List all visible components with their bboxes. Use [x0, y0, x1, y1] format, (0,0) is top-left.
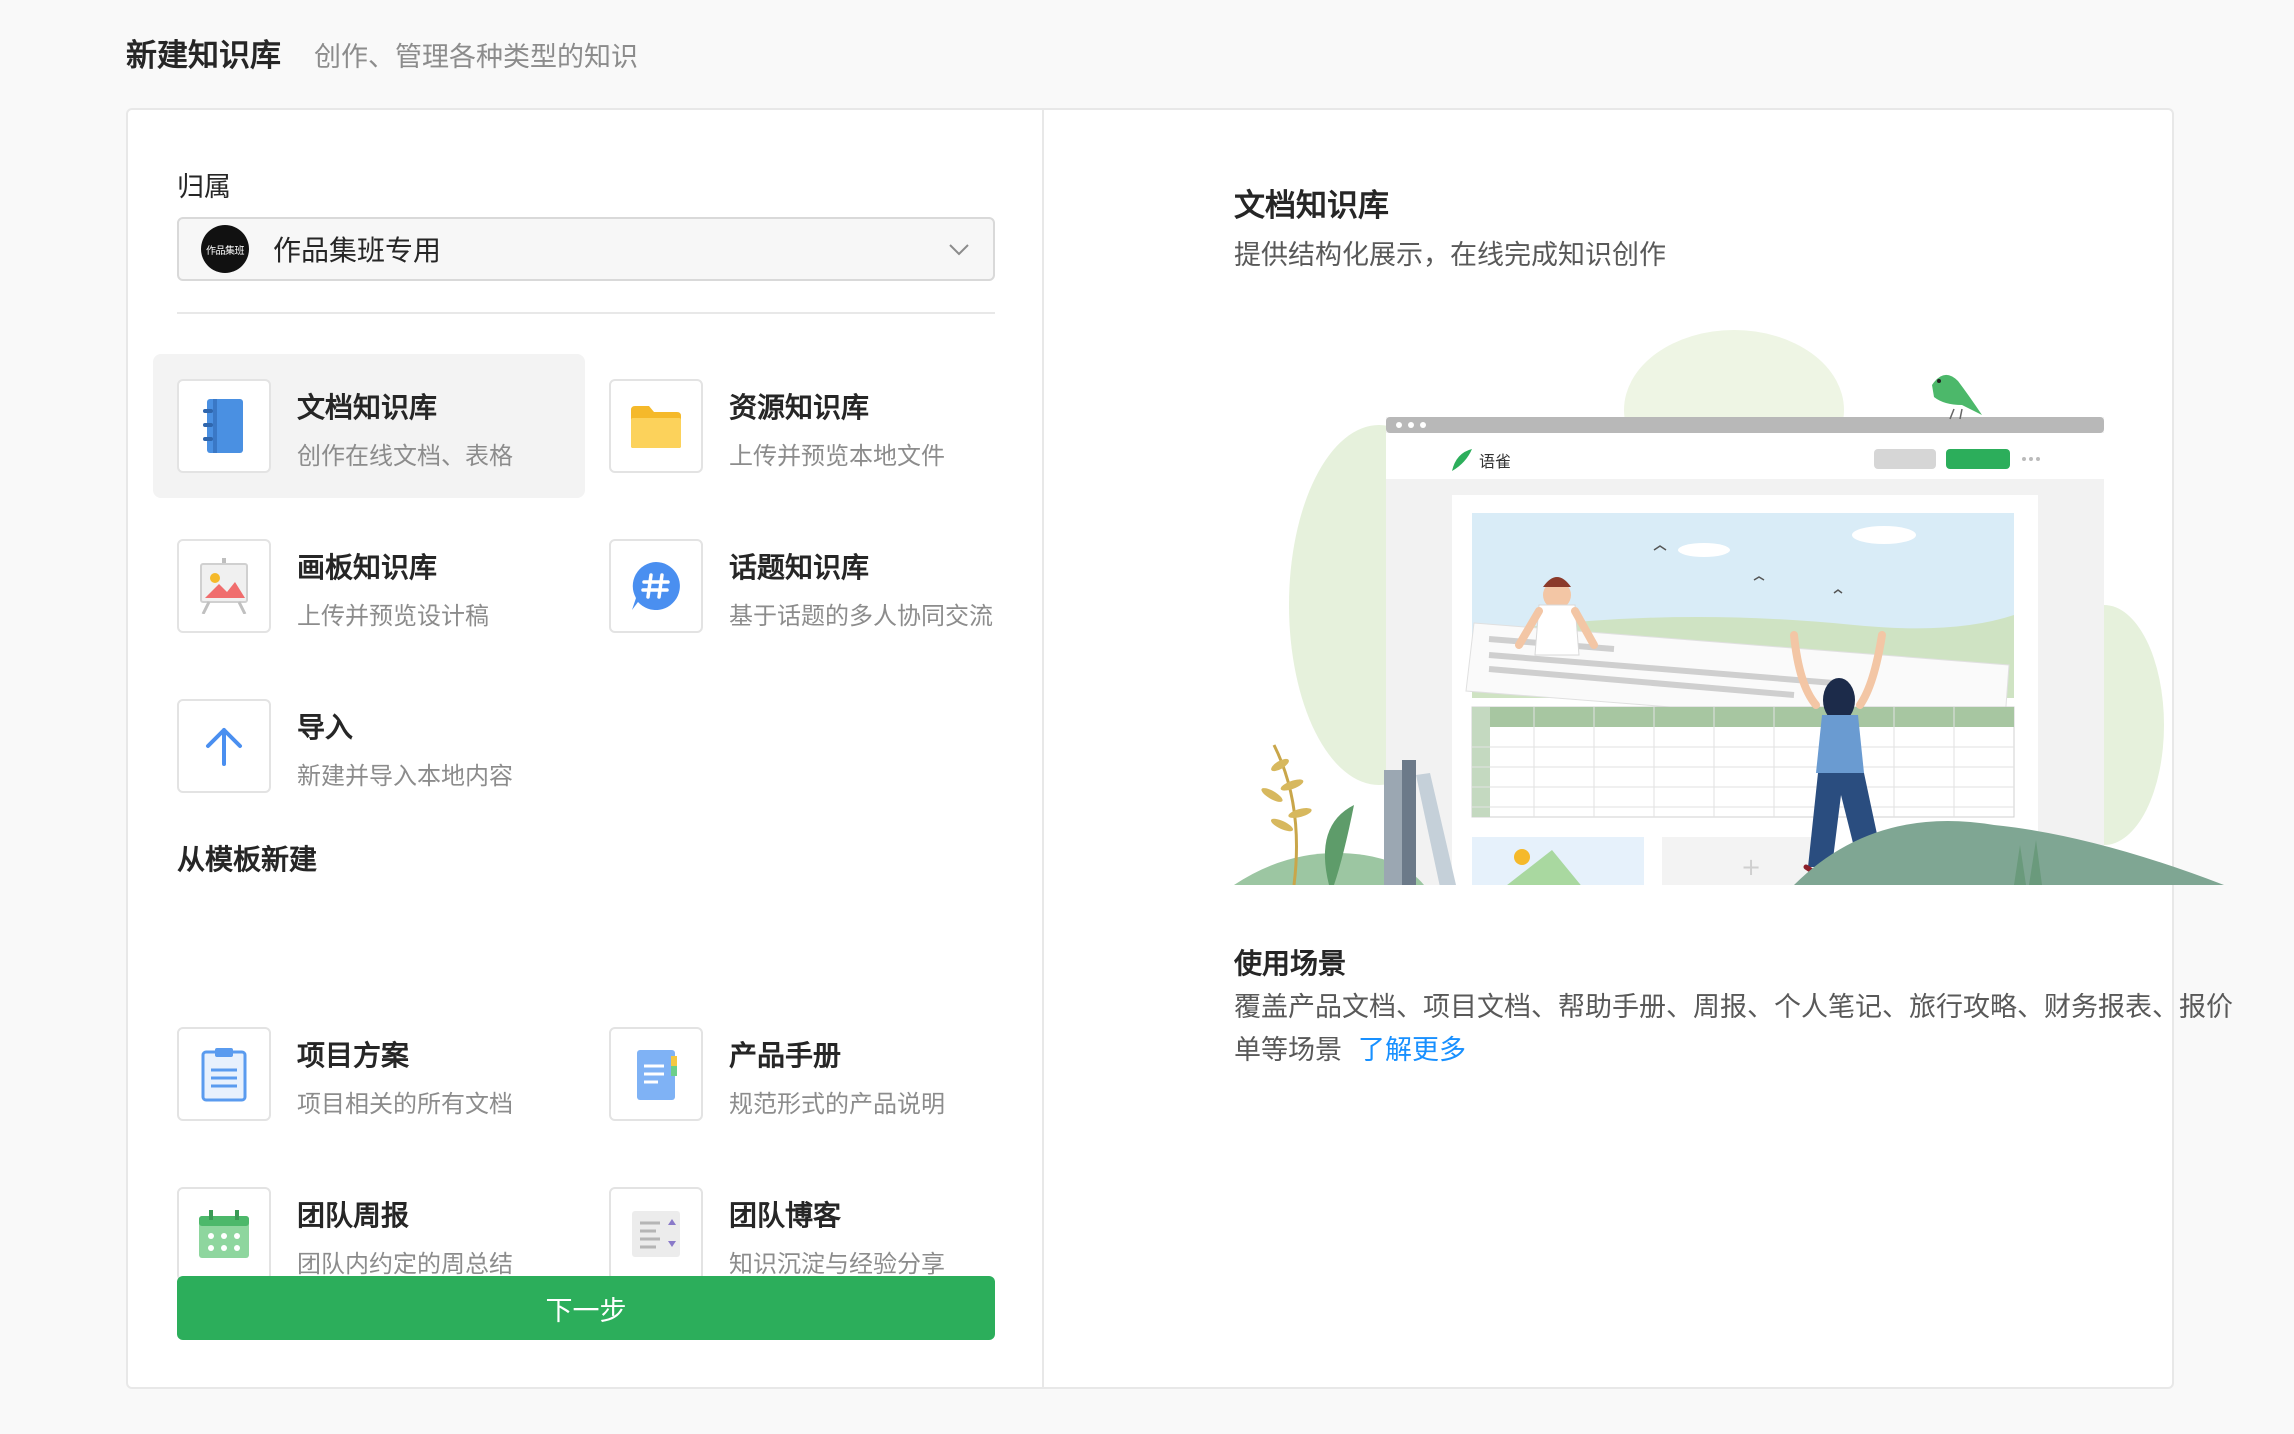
type-import-title: 导入 — [297, 711, 354, 744]
type-import-desc: 新建并导入本地内容 — [297, 762, 513, 790]
chevron-down-icon — [949, 244, 969, 256]
type-board-title: 画板知识库 — [297, 551, 438, 584]
type-board[interactable]: 画板知识库 上传并预览设计稿 — [153, 514, 585, 658]
hashtag-icon — [609, 539, 703, 633]
type-resource[interactable]: 资源知识库 上传并预览本地文件 — [585, 354, 1017, 498]
learn-more-link[interactable]: 了解更多 — [1358, 1035, 1466, 1066]
type-import[interactable]: 导入 新建并导入本地内容 — [153, 674, 585, 818]
next-step-button[interactable]: 下一步 — [177, 1276, 995, 1340]
type-topic[interactable]: 话题知识库 基于话题的多人协同交流 — [585, 514, 1017, 658]
divider — [177, 312, 995, 314]
page-title: 新建知识库 — [126, 38, 281, 74]
template-team-blog-desc: 知识沉淀与经验分享 — [729, 1250, 945, 1278]
type-board-desc: 上传并预览设计稿 — [297, 602, 489, 630]
template-product-manual[interactable]: 产品手册 规范形式的产品说明 — [585, 1002, 1017, 1146]
template-project-plan-desc: 项目相关的所有文档 — [297, 1090, 513, 1118]
notebook-icon — [177, 379, 271, 473]
type-resource-desc: 上传并预览本地文件 — [729, 442, 945, 470]
type-doc-desc: 创作在线文档、表格 — [297, 442, 513, 470]
usage-text: 覆盖产品文档、项目文档、帮助手册、周报、个人笔记、旅行攻略、财务报表、报价单等场… — [1234, 986, 2234, 1072]
template-section-label: 从模板新建 — [177, 843, 318, 876]
create-knowledge-base-card: 归属 作品集班 作品集班专用 文档知识库 创作在线文档、表格 资源知识库 上传并… — [126, 108, 2233, 1389]
preview-pane: 文档知识库 提供结构化展示，在线完成知识创作 语雀 + 使用场景 覆盖产品文档、… — [1046, 110, 2233, 1387]
type-doc[interactable]: 文档知识库 创作在线文档、表格 — [153, 354, 585, 498]
arrow-up-icon — [177, 699, 271, 793]
svg-text:+: + — [1741, 853, 1761, 881]
template-weekly-report-title: 团队周报 — [297, 1199, 410, 1232]
folder-icon — [609, 379, 703, 473]
owner-label: 归属 — [177, 172, 231, 203]
app-name: 语雀 — [1479, 452, 1511, 471]
calendar-icon — [177, 1187, 271, 1281]
usage-title: 使用场景 — [1234, 947, 1347, 980]
template-weekly-report-desc: 团队内约定的周总结 — [297, 1250, 513, 1278]
template-project-plan-title: 项目方案 — [297, 1039, 410, 1072]
owner-avatar: 作品集班 — [201, 225, 249, 273]
preview-title: 文档知识库 — [1234, 188, 1389, 224]
template-project-plan[interactable]: 项目方案 项目相关的所有文档 — [153, 1002, 585, 1146]
template-product-manual-desc: 规范形式的产品说明 — [729, 1090, 945, 1118]
type-resource-title: 资源知识库 — [729, 391, 870, 424]
owner-select[interactable]: 作品集班 作品集班专用 — [177, 217, 995, 281]
template-team-blog-title: 团队博客 — [729, 1199, 842, 1232]
knowledge-base-illustration: 语雀 + — [1234, 330, 2224, 885]
type-topic-desc: 基于话题的多人协同交流 — [729, 602, 993, 630]
preview-subtitle: 提供结构化展示，在线完成知识创作 — [1234, 240, 1666, 271]
type-doc-title: 文档知识库 — [297, 391, 438, 424]
page-header: 新建知识库 创作、管理各种类型的知识 — [126, 30, 638, 75]
owner-selected-value: 作品集班专用 — [273, 234, 442, 267]
template-product-manual-title: 产品手册 — [729, 1039, 842, 1072]
left-pane: 归属 作品集班 作品集班专用 文档知识库 创作在线文档、表格 资源知识库 上传并… — [128, 110, 1044, 1387]
page-subtitle: 创作、管理各种类型的知识 — [314, 42, 638, 73]
easel-icon — [177, 539, 271, 633]
blog-icon — [609, 1187, 703, 1281]
clipboard-icon — [177, 1027, 271, 1121]
manual-icon — [609, 1027, 703, 1121]
type-topic-title: 话题知识库 — [729, 551, 870, 584]
